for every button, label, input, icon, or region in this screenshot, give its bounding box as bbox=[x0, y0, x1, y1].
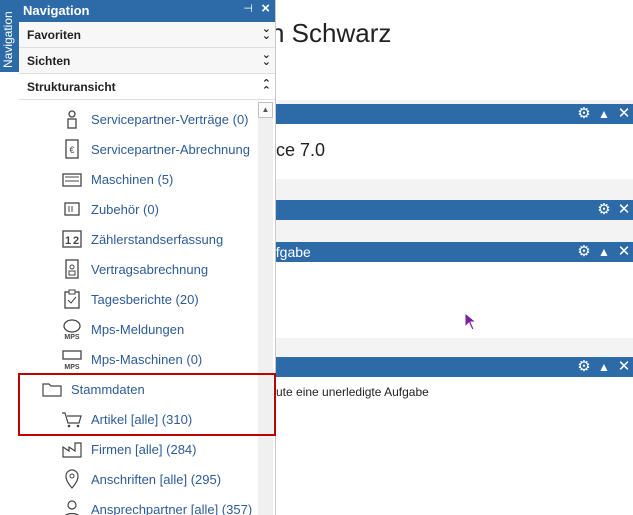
tree-item-servicepartner-vertraege[interactable]: Servicepartner-Verträge (0) bbox=[19, 104, 259, 134]
double-chevron-down-icon[interactable]: ⌄ ⌄ bbox=[262, 50, 271, 68]
scroll-up-icon[interactable]: ▲ bbox=[258, 102, 273, 118]
nav-header: Navigation ⊣ × bbox=[19, 0, 275, 22]
panel-header-3: ufgabe ⚙ ▲ ✕ bbox=[268, 242, 633, 262]
section-strukturansicht[interactable]: Strukturansicht ⌃ ⌃ bbox=[19, 74, 275, 100]
tree-item-anschriften[interactable]: Anschriften [alle] (295) bbox=[19, 464, 259, 494]
factory-icon bbox=[62, 442, 82, 458]
tree-item-zubehoer[interactable]: Zubehör (0) bbox=[19, 194, 259, 224]
gear-icon[interactable]: ⚙ bbox=[575, 358, 593, 376]
tree-item-firmen[interactable]: Firmen [alle] (284) bbox=[19, 434, 259, 464]
svg-text:1: 1 bbox=[65, 235, 71, 247]
page-title: n Schwarz bbox=[270, 18, 392, 48]
tree-item-vertragsabrechnung[interactable]: Vertragsabrechnung bbox=[19, 254, 259, 284]
panel-body-3 bbox=[276, 262, 633, 338]
close-icon[interactable]: ✕ bbox=[615, 243, 633, 261]
tree-item-stammdaten[interactable]: Stammdaten bbox=[19, 374, 259, 404]
tree-item-maschinen[interactable]: Maschinen (5) bbox=[19, 164, 259, 194]
gear-icon[interactable]: ⚙ bbox=[575, 105, 593, 123]
tree-item-tagesberichte[interactable]: Tagesberichte (20) bbox=[19, 284, 259, 314]
collapse-up-icon[interactable]: ▲ bbox=[595, 358, 613, 376]
section-sichten[interactable]: Sichten ⌄ ⌄ bbox=[19, 48, 275, 74]
tree-item-ansprechpartner[interactable]: Ansprechpartner [alle] (357) bbox=[19, 494, 259, 515]
svg-text:MPS: MPS bbox=[64, 334, 80, 340]
double-chevron-up-icon[interactable]: ⌃ ⌃ bbox=[262, 79, 271, 97]
close-icon[interactable]: ✕ bbox=[615, 358, 633, 376]
pin-icon[interactable]: ⊣ bbox=[243, 2, 253, 15]
gear-icon[interactable]: ⚙ bbox=[595, 201, 613, 219]
section-favoriten[interactable]: Favoriten ⌄ ⌄ bbox=[19, 22, 275, 48]
close-icon[interactable]: ✕ bbox=[615, 105, 633, 123]
person-icon bbox=[65, 500, 79, 515]
tree-item-artikel[interactable]: Artikel [alle] (310) bbox=[19, 404, 259, 434]
navigation-panel: Navigation ⊣ × Favoriten ⌄ ⌄ Sichten ⌄ ⌄ S… bbox=[19, 0, 276, 515]
close-icon[interactable]: × bbox=[261, 0, 270, 17]
accessory-icon bbox=[64, 202, 80, 216]
svg-text:2: 2 bbox=[73, 235, 79, 247]
panel-body-1: ce 7.0 bbox=[276, 124, 633, 179]
panel-header-1: ⚙ ▲ ✕ bbox=[276, 104, 633, 124]
folder-icon bbox=[42, 383, 62, 397]
clipboard-icon bbox=[64, 289, 80, 309]
machine-icon bbox=[62, 173, 82, 187]
tree-item-mps-meldungen[interactable]: MPS Mps-Meldungen bbox=[19, 314, 259, 344]
panel-body-4: ute eine unerledigte Aufgabe bbox=[276, 377, 633, 515]
panel-header-4: ⚙ ▲ ✕ bbox=[276, 357, 633, 377]
tree-scrollbar[interactable]: ▲ bbox=[258, 102, 273, 515]
mps-message-icon: MPS bbox=[63, 319, 81, 340]
main-header-area: n Schwarz bbox=[270, 0, 633, 100]
navigation-side-tab[interactable]: Navigation bbox=[0, 0, 19, 72]
collapse-up-icon[interactable]: ▲ bbox=[595, 243, 613, 261]
svg-text:MPS: MPS bbox=[64, 364, 80, 370]
person-tag-icon bbox=[67, 110, 77, 129]
mps-machine-icon: MPS bbox=[62, 350, 82, 370]
panel-header-2: ⚙ ✕ bbox=[276, 200, 633, 220]
double-chevron-down-icon[interactable]: ⌄ ⌄ bbox=[262, 24, 271, 42]
tree-item-servicepartner-abrechnung[interactable]: € Servicepartner-Abrechnung bbox=[19, 134, 259, 164]
close-icon[interactable]: ✕ bbox=[615, 201, 633, 219]
mouse-cursor-icon bbox=[464, 312, 478, 331]
tree-item-mps-maschinen[interactable]: MPS Mps-Maschinen (0) bbox=[19, 344, 259, 374]
counter-icon: 12 bbox=[62, 230, 82, 248]
svg-text:€: € bbox=[69, 145, 74, 155]
gear-icon[interactable]: ⚙ bbox=[575, 243, 593, 261]
structure-tree: Servicepartner-Verträge (0) € Servicepar… bbox=[19, 100, 276, 515]
contract-billing-icon bbox=[65, 259, 79, 279]
euro-document-icon: € bbox=[65, 139, 79, 159]
main-content: n Schwarz ⚙ ▲ ✕ ce 7.0 ⚙ ✕ ufgabe ⚙ ▲ ✕ … bbox=[268, 0, 633, 515]
cart-icon bbox=[62, 412, 82, 428]
collapse-up-icon[interactable]: ▲ bbox=[595, 105, 613, 123]
nav-title: Navigation bbox=[23, 3, 90, 18]
location-pin-icon bbox=[65, 469, 79, 489]
tree-item-zaehlerstandserfassung[interactable]: 12 Zählerstandserfassung bbox=[19, 224, 259, 254]
